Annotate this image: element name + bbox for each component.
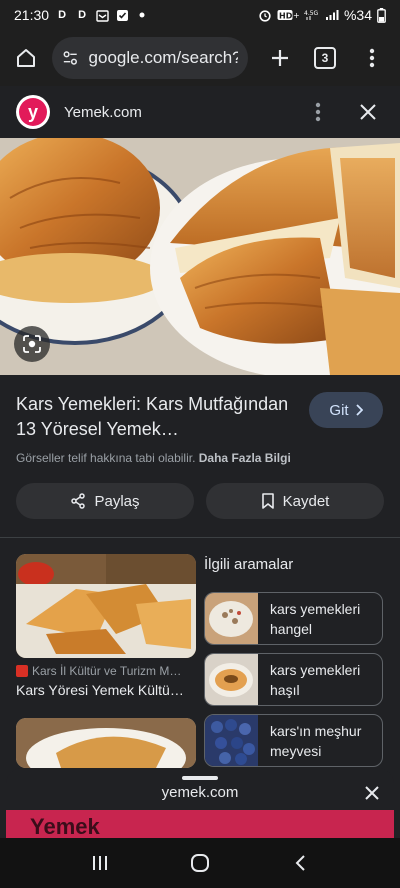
more-vert-icon [369,48,375,68]
related-image-thumbnail [16,554,196,658]
copyright-notice: Görseller telif hakkına tabi olabilir. D… [16,451,291,465]
result-image[interactable] [0,138,400,375]
pastry-photo [0,138,400,375]
related-card-source: Kars İl Kültür ve Turizm M… [16,664,196,678]
save-label: Kaydet [282,492,330,510]
visit-button[interactable]: Git [309,392,383,428]
browser-menu-button[interactable] [362,42,382,74]
related-image-card-2[interactable] [16,718,196,768]
related-searches-heading: İlgili aramalar [204,556,294,573]
source-more-button[interactable] [306,96,330,128]
related-search-line: kars yemekleri [270,661,361,678]
hd-voice-icon: HD + [277,10,299,21]
related-search-item[interactable]: kars'ın meşhur meyvesi [204,714,383,767]
sheet-title: yemek.com [161,784,239,801]
close-preview-button[interactable] [352,96,384,128]
svg-text:4.5G: 4.5G [304,10,319,17]
chevron-right-icon [355,404,363,416]
related-search-line: kars'ın meşhur [270,722,362,739]
status-left: 21:30 D D [14,7,149,23]
home-nav-button[interactable] [180,843,220,883]
status-time: 21:30 [14,7,50,23]
sheet-close-button[interactable] [360,781,384,805]
related-search-line: hangel [270,620,313,637]
source-favicon-icon [16,665,28,677]
visit-button-label: Git [329,401,349,419]
source-logo: y [16,95,50,129]
share-label: Paylaş [94,492,140,510]
home-icon [17,49,35,67]
share-icon [71,493,86,509]
lens-icon [23,335,41,353]
alarm-icon [259,10,271,22]
source-name[interactable]: Yemek.com [64,104,142,121]
related-search-item[interactable]: kars yemekleri hangel [204,592,383,645]
notification-app-icon [95,8,109,22]
notification-d-icon: D [58,9,67,21]
related-search-thumbnail [205,654,258,705]
related-search-text: kars yemekleri haşıl [270,660,360,700]
battery-icon [377,7,386,23]
related-search-line: meyvesi [270,742,322,759]
site-preview-sheet[interactable]: yemek.com Yemek [6,768,394,838]
related-search-text: kars yemekleri hangel [270,599,360,639]
sheet-page-preview: Yemek [6,810,394,838]
tab-switcher-button[interactable]: 3 [314,47,336,69]
related-search-text: kars'ın meşhur meyvesi [270,721,361,761]
recent-apps-button[interactable] [80,843,120,883]
related-search-thumbnail [205,715,258,766]
notification-check-icon [115,8,129,22]
related-card-title: Kars Yöresi Yemek Kültü… [16,682,184,698]
result-title[interactable]: Kars Yemekleri: Kars Mutfağından 13 Yöre… [16,392,301,442]
signal-icon [325,10,339,20]
related-search-line: haşıl [270,681,300,698]
related-search-item[interactable]: kars yemekleri haşıl [204,653,383,706]
share-button[interactable]: Paylaş [16,483,194,519]
copyright-text: Görseller telif hakkına tabi olabilir. [16,451,196,465]
close-icon [365,786,379,800]
divider [0,537,400,538]
status-bar: 21:30 D D HD + 4.5G %34 [0,0,400,30]
new-tab-button[interactable] [264,42,296,74]
recents-icon [93,856,107,870]
system-nav-bar [0,838,400,888]
related-card-source-text: Kars İl Kültür ve Turizm M… [32,664,182,678]
notification-d-icon-2: D [78,9,87,21]
battery-percent: %34 [343,7,372,23]
site-settings-icon [63,51,77,65]
plus-icon [272,50,288,66]
more-info-link[interactable]: Daha Fazla Bilgi [199,451,291,465]
dot-icon [135,8,149,22]
related-search-line: kars yemekleri [270,600,361,617]
browser-toolbar: google.com/search?q 3 [0,30,400,86]
home-circle-icon [191,854,209,872]
svg-text:HD: HD [279,12,293,21]
source-logo-letter: y [19,98,47,126]
status-right: HD + 4.5G %34 [258,7,386,23]
source-header: y Yemek.com [0,86,400,138]
network-4g-icon: 4.5G [304,10,319,20]
svg-text:+: + [293,11,299,20]
home-button[interactable] [10,42,42,74]
url-text: google.com/search?q [88,48,238,67]
back-button[interactable] [280,843,320,883]
bookmark-icon [261,493,274,509]
drag-handle[interactable] [182,776,218,780]
lens-search-button[interactable] [14,326,50,362]
related-image-thumbnail-2 [16,718,196,768]
close-icon [360,104,376,120]
more-vert-icon [315,102,321,122]
related-search-thumbnail [205,593,258,644]
related-image-card[interactable]: Kars İl Kültür ve Turizm M… Kars Yöresi … [16,554,196,698]
back-icon [295,855,305,871]
address-bar[interactable]: google.com/search?q [52,37,248,79]
save-button[interactable]: Kaydet [206,483,384,519]
